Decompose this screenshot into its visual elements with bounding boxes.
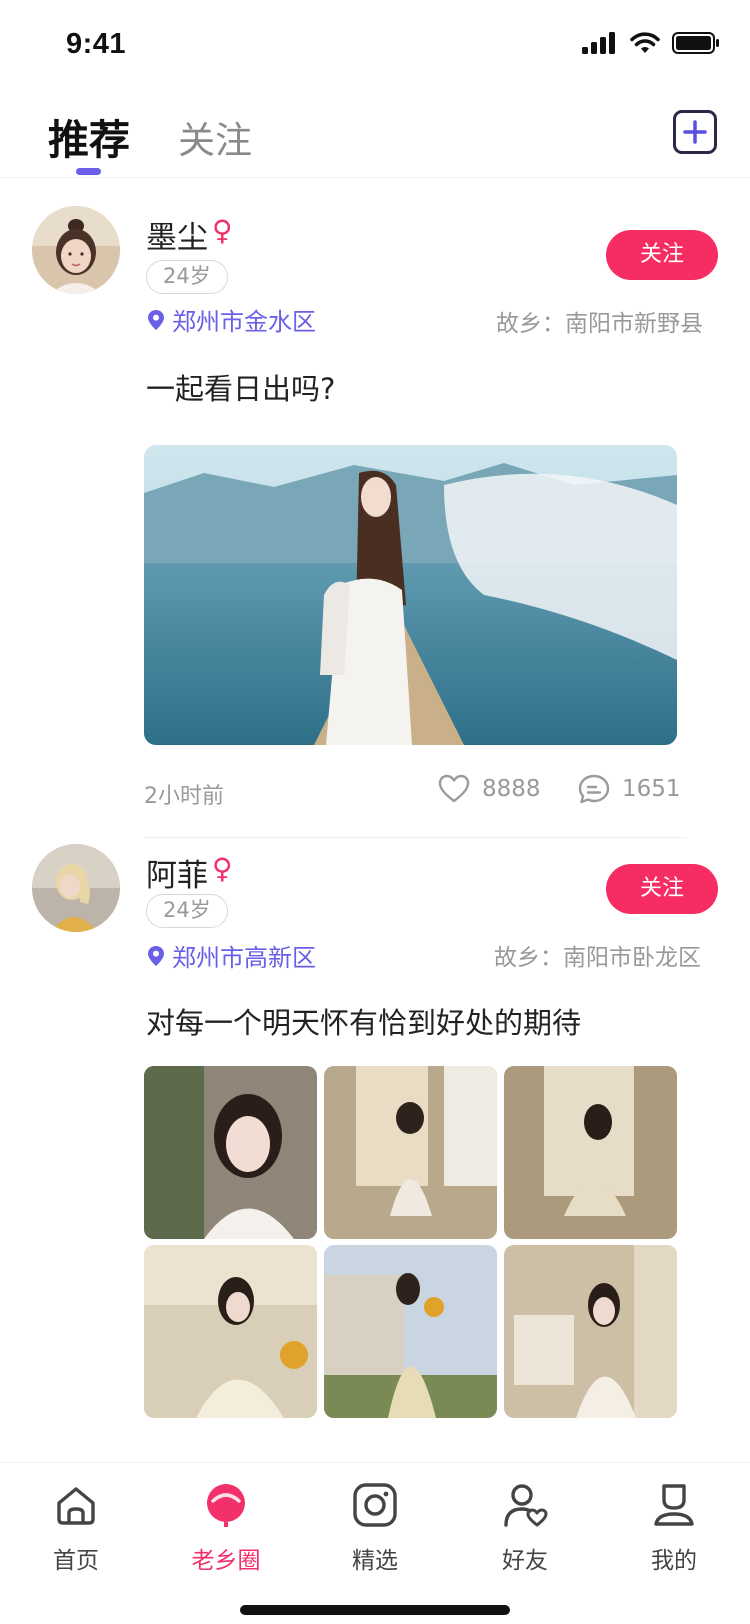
- comment-button[interactable]: 1651: [578, 774, 681, 804]
- profile-icon: [654, 1484, 694, 1526]
- grid-photo[interactable]: [324, 1066, 497, 1239]
- post-text: 一起看日出吗?: [146, 372, 336, 406]
- status-bar: 9:41: [0, 0, 750, 90]
- add-post-button[interactable]: [673, 110, 717, 154]
- location[interactable]: 郑州市金水区: [148, 302, 316, 337]
- wifi-icon: [630, 32, 660, 53]
- username[interactable]: 墨尘: [146, 212, 208, 257]
- post-text: 对每一个明天怀有恰到好处的期待: [146, 1006, 582, 1040]
- post-card: 墨尘 ♀ 24岁 关注 郑州市金水区 故乡：南阳市新野县 一起看日出吗? 2小时…: [0, 178, 750, 838]
- tab-label: 精选: [352, 1548, 398, 1574]
- tab-featured[interactable]: 精选: [315, 1481, 435, 1575]
- friend-heart-icon: [504, 1484, 548, 1527]
- camera-icon: [353, 1483, 397, 1527]
- location-pin-icon: [148, 945, 164, 966]
- grid-photo[interactable]: [504, 1066, 677, 1239]
- hometown: 故乡：南阳市新野县: [496, 311, 703, 337]
- location-label: 郑州市金水区: [172, 308, 316, 336]
- top-nav: 推荐 关注: [0, 90, 750, 178]
- follow-button[interactable]: 关注: [606, 230, 718, 280]
- tab-label: 首页: [53, 1548, 99, 1574]
- tab-profile[interactable]: 我的: [614, 1481, 734, 1575]
- tab-friends[interactable]: 好友: [465, 1481, 585, 1575]
- username[interactable]: 阿菲: [146, 850, 208, 895]
- like-count: 8888: [482, 776, 541, 802]
- battery-icon: [672, 32, 719, 54]
- plus-icon: [683, 120, 707, 144]
- female-icon: ♀: [212, 214, 233, 247]
- bottom-tab-bar: 首页 老乡圈 精选 好友 我的: [0, 1462, 750, 1624]
- grid-photo[interactable]: [144, 1066, 317, 1239]
- female-icon: ♀: [212, 852, 233, 885]
- grid-photo[interactable]: [504, 1245, 677, 1418]
- comment-icon: [578, 774, 610, 804]
- status-time: 9:41: [66, 28, 127, 60]
- like-button[interactable]: 8888: [438, 774, 541, 804]
- hometown: 故乡：南阳市卧龙区: [494, 945, 701, 971]
- tab-recommend[interactable]: 推荐: [48, 106, 130, 166]
- post-photo[interactable]: [144, 445, 677, 745]
- status-icons: [582, 32, 720, 54]
- signal-icon: [582, 32, 615, 54]
- post-time: 2小时前: [144, 784, 224, 809]
- grid-photo[interactable]: [144, 1245, 317, 1418]
- post-card: 阿菲 ♀ 24岁 关注 郑州市高新区 故乡：南阳市卧龙区 对每一个明天怀有恰到好…: [0, 838, 750, 1462]
- active-tab-indicator: [76, 168, 101, 175]
- home-indicator: [240, 1605, 510, 1615]
- tab-label: 好友: [502, 1548, 548, 1574]
- tab-label: 我的: [651, 1548, 697, 1574]
- age-badge: 24岁: [146, 894, 228, 928]
- location-label: 郑州市高新区: [172, 944, 316, 972]
- age-badge: 24岁: [146, 260, 228, 294]
- post-meta: 2小时前 8888 1651: [144, 770, 681, 810]
- tab-follow[interactable]: 关注: [178, 110, 252, 164]
- follow-button[interactable]: 关注: [606, 864, 718, 914]
- lollipop-icon: [207, 1484, 245, 1527]
- tab-hometown-circle[interactable]: 老乡圈: [166, 1481, 286, 1575]
- photo-grid: [144, 1066, 678, 1418]
- location-pin-icon: [148, 309, 164, 330]
- location[interactable]: 郑州市高新区: [148, 938, 316, 973]
- tab-label: 老乡圈: [191, 1548, 261, 1574]
- grid-photo[interactable]: [324, 1245, 497, 1418]
- home-icon: [57, 1487, 95, 1525]
- avatar[interactable]: [32, 844, 120, 932]
- tab-home[interactable]: 首页: [16, 1481, 136, 1575]
- avatar[interactable]: [32, 206, 120, 294]
- heart-icon: [438, 774, 470, 803]
- comment-count: 1651: [622, 776, 681, 802]
